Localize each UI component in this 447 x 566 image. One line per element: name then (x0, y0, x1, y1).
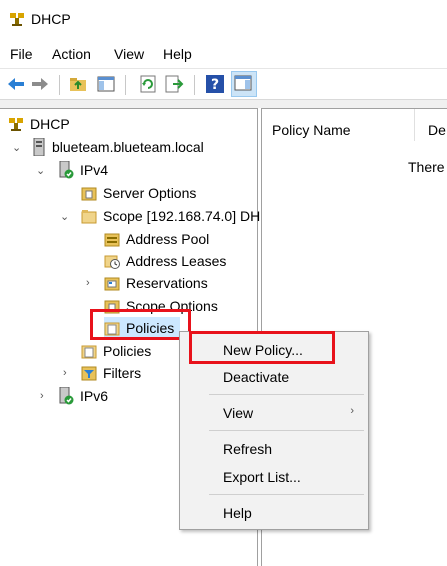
tree-item-reservations[interactable]: Reservations (104, 272, 208, 294)
policies-icon (81, 343, 97, 359)
pane-gap (0, 100, 447, 108)
show-hide-console-tree-icon[interactable] (96, 74, 116, 94)
menu-item-refresh[interactable]: Refresh (223, 441, 272, 457)
export-list-icon[interactable] (164, 74, 184, 94)
chevron-down-icon[interactable]: ⌄ (60, 210, 69, 223)
chevron-right-icon[interactable]: › (63, 367, 67, 379)
tree-item-filters[interactable]: Filters (81, 362, 141, 384)
folder-icon (81, 208, 97, 224)
tree-item-ipv6[interactable]: IPv6 (58, 385, 108, 407)
menu-action[interactable]: Action (52, 46, 91, 62)
tree-item-label: IPv4 (80, 162, 109, 178)
address-leases-icon (104, 253, 120, 269)
tree-item-server-options[interactable]: Server Options (81, 182, 196, 204)
menu-separator (209, 494, 364, 495)
title-bar: DHCP (0, 0, 447, 40)
chevron-down-icon[interactable]: ⌄ (12, 141, 21, 154)
dhcp-icon (8, 116, 24, 132)
tree-item-label: Reservations (126, 275, 208, 291)
empty-list-message: There (408, 159, 445, 175)
up-folder-icon[interactable] (68, 74, 88, 94)
tree-item-label: Server Options (103, 185, 197, 201)
menu-item-help[interactable]: Help (223, 505, 252, 521)
tree-item-label: Filters (103, 365, 142, 381)
show-action-pane-icon[interactable] (231, 71, 257, 97)
tree-item-address-pool[interactable]: Address Pool (104, 228, 209, 250)
tree-item-label: blueteam.blueteam.local (52, 139, 204, 155)
toolbar-separator (59, 75, 60, 95)
menu-help[interactable]: Help (163, 46, 192, 62)
tree-item-label: Policies (103, 343, 152, 359)
forward-arrow-icon[interactable] (30, 74, 50, 94)
chevron-down-icon[interactable]: ⌄ (36, 164, 45, 177)
tree-item-ipv4[interactable]: IPv4 (58, 159, 108, 181)
column-header-description[interactable]: De (428, 122, 446, 138)
menu-bar: File Action View Help (0, 44, 447, 66)
menu-item-view[interactable]: View (223, 405, 253, 421)
annotation-highlight-new-policy (189, 331, 335, 364)
tree-item-label: IPv6 (80, 388, 109, 404)
refresh-icon[interactable] (138, 74, 158, 94)
annotation-highlight-policies (90, 309, 191, 340)
menu-item-export-list[interactable]: Export List... (223, 469, 301, 485)
menu-separator (209, 394, 364, 395)
toolbar: ? (0, 68, 447, 101)
back-arrow-icon[interactable] (6, 74, 26, 94)
tree-item-server[interactable]: blueteam.blueteam.local (32, 136, 204, 158)
tree-item-scope[interactable]: Scope [192.168.74.0] DH (81, 205, 260, 227)
menu-file[interactable]: File (10, 46, 33, 62)
reservations-icon (104, 275, 120, 291)
window-title: DHCP (31, 11, 71, 27)
svg-text:?: ? (211, 77, 219, 93)
column-header-policy-name[interactable]: Policy Name (272, 122, 351, 138)
menu-item-deactivate[interactable]: Deactivate (223, 369, 289, 385)
filter-icon (81, 365, 97, 381)
address-pool-icon (104, 231, 120, 247)
toolbar-separator (125, 75, 126, 95)
column-separator[interactable] (414, 109, 415, 141)
ipv6-icon (58, 387, 74, 405)
dhcp-app-icon (9, 11, 25, 27)
tree-item-label: DHCP (30, 116, 70, 132)
tree-item-dhcp[interactable]: DHCP (8, 113, 70, 135)
server-icon (32, 138, 46, 156)
tree-item-policies[interactable]: Policies (81, 340, 151, 362)
tree-item-label: Address Pool (126, 231, 210, 247)
help-icon[interactable]: ? (205, 74, 225, 94)
ipv4-icon (58, 161, 74, 179)
toolbar-separator (194, 75, 195, 95)
tree-item-address-leases[interactable]: Address Leases (104, 250, 226, 272)
chevron-right-icon[interactable]: › (40, 390, 44, 402)
options-folder-icon (81, 185, 97, 201)
tree-item-label: Scope [192.168.74.0] DH (103, 208, 261, 224)
chevron-right-icon[interactable]: › (86, 277, 90, 289)
menu-view[interactable]: View (114, 46, 144, 62)
tree-item-label: Address Leases (126, 253, 227, 269)
submenu-arrow-icon: › (350, 405, 354, 417)
menu-separator (209, 430, 364, 431)
